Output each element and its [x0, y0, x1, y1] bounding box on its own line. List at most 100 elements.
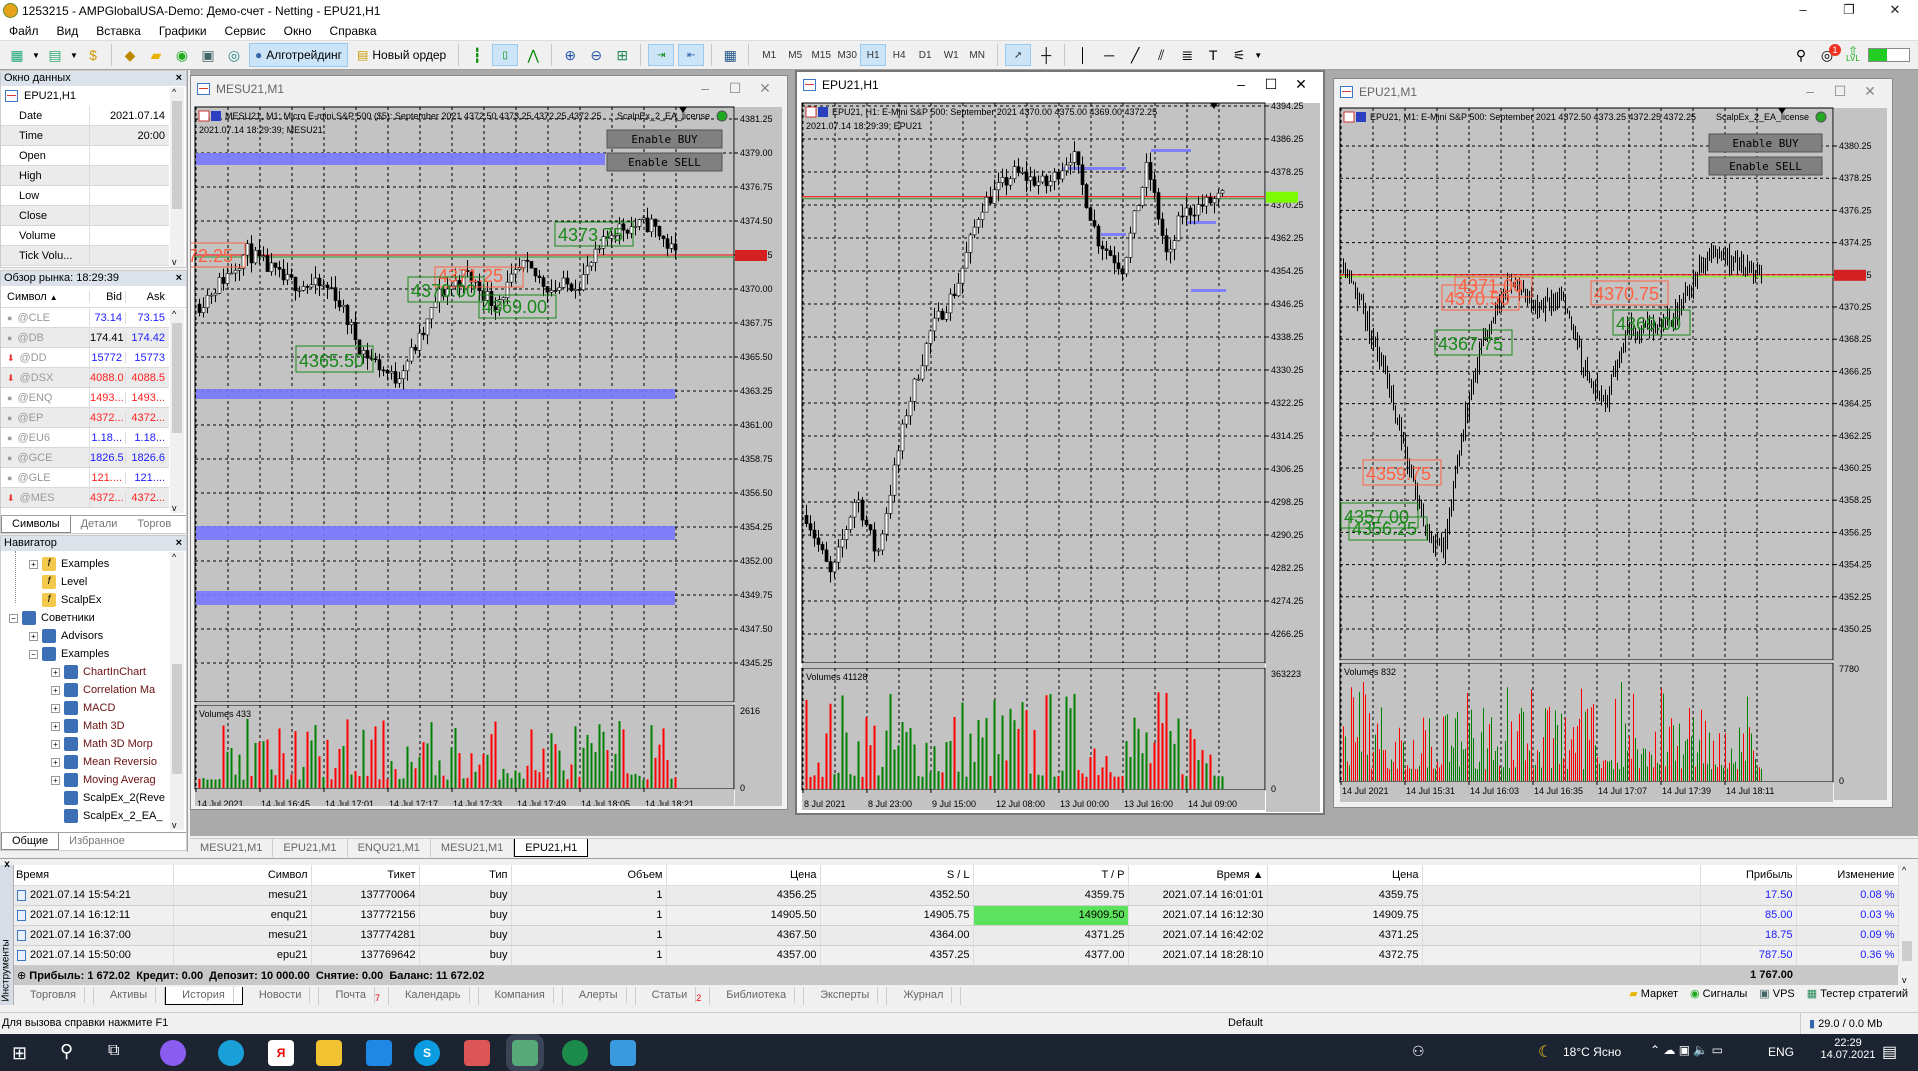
- timeframe-m15[interactable]: M15: [808, 44, 834, 66]
- metatrader-icon[interactable]: [506, 1034, 544, 1071]
- trade-price-label[interactable]: 4370.75: [1590, 280, 1669, 306]
- toolbox-tab[interactable]: Почта 7: [319, 987, 389, 1005]
- navigator-item[interactable]: + Mean Reversio: [51, 753, 157, 771]
- toolbox-link[interactable]: ▣ VPS: [1759, 987, 1794, 1000]
- column-header[interactable]: Изменение: [1796, 865, 1899, 886]
- clock[interactable]: 22:29 14.07.2021: [1818, 1037, 1878, 1061]
- toolbox-tab[interactable]: Библиотека: [710, 987, 805, 1005]
- chart-window[interactable]: EPU21,M1 – ☐ ✕ 4380.25 4378.25 4376.25 4374.25 4…: [1333, 78, 1893, 808]
- profiles-icon[interactable]: ▤: [44, 44, 66, 66]
- toolbox-tab[interactable]: История: [165, 987, 243, 1005]
- close-icon[interactable]: ×: [176, 71, 182, 86]
- navigator-item[interactable]: + Moving Averag: [51, 771, 156, 789]
- tile-windows-icon[interactable]: ⊞: [611, 44, 633, 66]
- toolbox-link[interactable]: ▦ Тестер стратегий: [1807, 987, 1908, 1000]
- menu-item[interactable]: Справка: [321, 24, 386, 38]
- line-chart-icon[interactable]: ⋀: [522, 44, 544, 66]
- collapse-icon[interactable]: −: [29, 649, 38, 659]
- notifications-icon[interactable]: ▤: [1882, 1042, 1897, 1062]
- timeframe-m30[interactable]: M30: [834, 44, 860, 66]
- close-icon[interactable]: ×: [176, 271, 182, 286]
- table-row[interactable]: 2021.07.14 16:37:00 mesu21 137774281 buy 1 43…: [14, 925, 1899, 946]
- windows-start-icon[interactable]: ⊞: [12, 1043, 27, 1064]
- trade-price-label[interactable]: 4356.25: [1348, 516, 1428, 541]
- autoscroll-icon[interactable]: ⇥: [648, 44, 675, 66]
- chart-shift-icon[interactable]: ⇤: [678, 44, 705, 66]
- menu-item[interactable]: Вставка: [87, 24, 150, 38]
- templates-icon[interactable]: ▦: [719, 44, 741, 66]
- price-chart[interactable]: 4380.254378.254376.254374.254372.254370.…: [1334, 104, 1890, 804]
- navigator-item[interactable]: + Math 3D: [51, 717, 125, 735]
- column-header[interactable]: Тип: [419, 865, 512, 886]
- vertical-line-icon[interactable]: │: [1072, 44, 1094, 66]
- chart-tab[interactable]: MESU21,M1: [190, 839, 274, 857]
- trendline-icon[interactable]: ╱: [1124, 44, 1146, 66]
- vps-icon[interactable]: ▣: [197, 44, 219, 66]
- expand-icon[interactable]: +: [51, 703, 60, 713]
- menu-item[interactable]: Файл: [0, 24, 48, 38]
- chart-tab[interactable]: MESU21,M1: [431, 839, 515, 857]
- crosshair-icon[interactable]: ┼: [1035, 44, 1057, 66]
- column-header[interactable]: Время ▲: [1128, 865, 1268, 886]
- market-watch-tab[interactable]: Детали: [71, 516, 128, 533]
- close-icon[interactable]: x: [2, 859, 12, 870]
- new-order-button[interactable]: ▤ Новый ордер: [352, 43, 451, 67]
- menu-item[interactable]: Окно: [275, 24, 321, 38]
- timeframe-d1[interactable]: D1: [912, 44, 938, 66]
- freelance-icon[interactable]: ◎: [223, 44, 245, 66]
- enable-sell-button[interactable]: Enable SELL: [606, 152, 723, 172]
- alice-icon[interactable]: [160, 1040, 186, 1066]
- maximize-icon[interactable]: ☐: [1830, 83, 1850, 100]
- market-icon[interactable]: ▰: [145, 44, 167, 66]
- chevron-down-icon[interactable]: ▼: [32, 44, 40, 66]
- expand-icon[interactable]: +: [51, 739, 60, 749]
- close-icon[interactable]: ✕: [755, 80, 775, 97]
- minimize-icon[interactable]: –: [1231, 76, 1251, 92]
- toolbox-tab[interactable]: Активы: [94, 987, 166, 1005]
- expand-icon[interactable]: ⊕: [17, 970, 29, 982]
- menu-item[interactable]: Графики: [150, 24, 216, 38]
- trade-price-label[interactable]: 4370.50: [1441, 284, 1520, 311]
- market-watch-row[interactable]: ● @DB 174.41 174.42: [1, 327, 169, 348]
- column-header[interactable]: Цена: [666, 865, 821, 886]
- candlestick-chart-icon[interactable]: ▯: [492, 44, 519, 66]
- column-header[interactable]: Цена: [1267, 865, 1423, 886]
- toolbox-tab[interactable]: Журнал: [887, 987, 962, 1005]
- navigator-tab[interactable]: Избранное: [59, 833, 135, 850]
- ask-column-header[interactable]: Ask: [126, 291, 168, 303]
- account-icon[interactable]: ◎ 1: [1816, 44, 1841, 66]
- minimize-icon[interactable]: –: [1800, 83, 1820, 99]
- restore-button[interactable]: ❐: [1826, 0, 1872, 22]
- minimize-button[interactable]: –: [1780, 0, 1826, 22]
- lvl-icon[interactable]: ⇧ LVL: [1842, 44, 1864, 66]
- expert-advisor-icon[interactable]: [716, 110, 728, 122]
- navigator-scrollbar[interactable]: ^ v: [170, 552, 184, 830]
- search-icon[interactable]: ⚲: [60, 1041, 73, 1062]
- market-watch-row[interactable]: ● @GLE 121.... 121....: [1, 467, 169, 488]
- chart-plot-area[interactable]: [194, 106, 735, 703]
- enable-sell-button[interactable]: Enable SELL: [1708, 156, 1823, 176]
- table-row[interactable]: 2021.07.14 15:54:21 mesu21 137770064 buy 1 43…: [14, 885, 1899, 906]
- trade-price-label[interactable]: 4369.00: [1612, 309, 1691, 336]
- trade-price-label[interactable]: 4373.75: [554, 221, 634, 247]
- chart-window[interactable]: MESU21,M1 – ☐ ✕ 4381.25 4379.00 4376.75 4374.50…: [190, 75, 788, 810]
- market-watch-row[interactable]: ● @EU6 1.18... 1.18...: [1, 427, 169, 448]
- navigator-item[interactable]: + Advisors: [29, 627, 103, 645]
- price-chart[interactable]: 4394.254386.254378.254370.254362.254354.…: [797, 98, 1323, 812]
- navigator-item[interactable]: +ScalpEx_2_EA_: [51, 807, 163, 825]
- expand-icon[interactable]: +: [51, 721, 60, 731]
- mail-icon[interactable]: [366, 1040, 392, 1066]
- column-header[interactable]: T / P: [973, 865, 1129, 886]
- market-watch-row[interactable]: ● @GCE 1826.5 1826.6: [1, 447, 169, 468]
- signals-icon[interactable]: ◉: [171, 44, 193, 66]
- market-watch-row[interactable]: ⬇ @MES 4372... 4372...: [1, 487, 169, 508]
- expand-icon[interactable]: +: [29, 559, 38, 569]
- chart-window[interactable]: EPU21,H1– ☐ ✕ 4394.25 4386.25 4378.25 4370.25 4…: [795, 70, 1325, 815]
- maximize-icon[interactable]: ☐: [725, 80, 745, 97]
- expand-icon[interactable]: +: [29, 631, 38, 641]
- timeframe-m1[interactable]: M1: [756, 44, 782, 66]
- trade-price-label[interactable]: 4370.00: [407, 276, 485, 303]
- timeframe-w1[interactable]: W1: [938, 44, 964, 66]
- navigator-tab[interactable]: Общие: [1, 833, 60, 850]
- chevron-down-icon[interactable]: ▼: [1254, 44, 1262, 66]
